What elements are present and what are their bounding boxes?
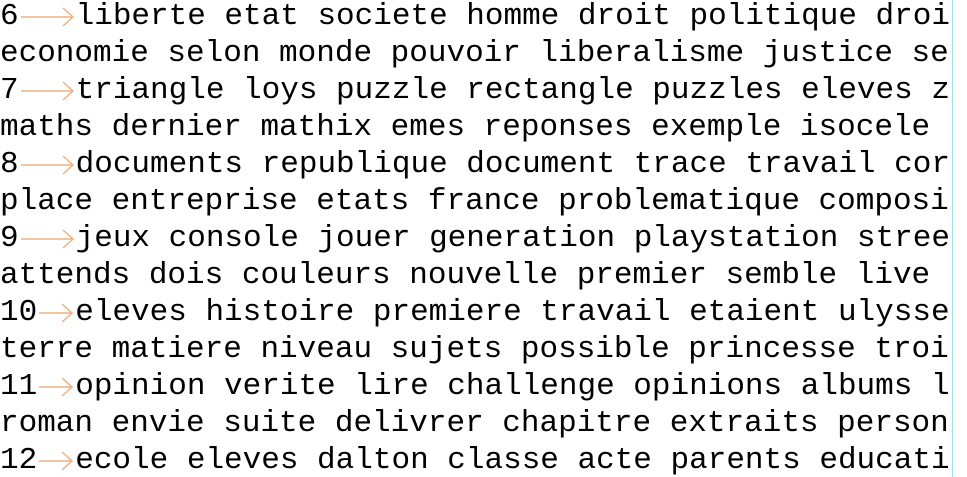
topic-words: jeux console jouer generation playstatio… xyxy=(75,221,950,256)
text-line: 12 ecole eleves dalton classe acte parent… xyxy=(0,442,950,477)
right-margin-guide xyxy=(952,0,953,477)
text-line: 8 documents republique document trace tra… xyxy=(0,146,950,183)
topic-words: maths dernier mathix emes reponses exemp… xyxy=(0,110,931,145)
tab-arrow-icon xyxy=(19,72,76,109)
text-line: place entreprise etats france problemati… xyxy=(0,183,949,220)
topic-number: 8 xyxy=(0,147,19,182)
tab-arrow-icon xyxy=(37,368,75,405)
topic-words: eleves histoire premiere travail etaient… xyxy=(75,295,950,330)
text-line: attends dois couleurs nouvelle premier s… xyxy=(0,257,930,294)
topic-number: 11 xyxy=(0,369,38,404)
topic-words: terre matiere niveau sujets possible pri… xyxy=(0,332,949,367)
text-line: maths dernier mathix emes reponses exemp… xyxy=(0,109,930,146)
topic-number: 7 xyxy=(0,73,19,108)
topic-number: 10 xyxy=(0,295,38,330)
text-line: 10 eleves histoire premiere travail etaie… xyxy=(0,294,950,331)
text-line: roman envie suite delivrer chapitre extr… xyxy=(0,405,949,442)
text-line: 11 opinion verite lire challenge opinions… xyxy=(0,368,950,405)
topic-number: 9 xyxy=(0,221,19,256)
topic-words: liberte etat societe homme droit politiq… xyxy=(75,0,950,34)
text-line: 7 triangle loys puzzle rectangle puzzles … xyxy=(0,72,950,109)
tab-arrow-icon xyxy=(37,294,75,331)
text-line: economie selon monde pouvoir liberalisme… xyxy=(0,35,949,72)
text-line: 9 jeux console jouer generation playstati… xyxy=(0,220,950,257)
text-line: 6 liberte etat societe homme droit politi… xyxy=(0,0,950,35)
tab-arrow-icon xyxy=(19,146,76,183)
topic-words: place entreprise etats france problemati… xyxy=(0,184,949,219)
tab-arrow-icon xyxy=(19,220,76,257)
topic-words: economie selon monde pouvoir liberalisme… xyxy=(0,36,949,71)
topic-words: ecole eleves dalton classe acte parents … xyxy=(75,443,950,477)
tab-arrow-icon xyxy=(19,0,76,35)
topic-words: triangle loys puzzle rectangle puzzles e… xyxy=(75,73,950,108)
topic-number: 6 xyxy=(0,0,19,34)
text-line: terre matiere niveau sujets possible pri… xyxy=(0,331,949,368)
topic-words: opinion verite lire challenge opinions a… xyxy=(75,369,950,404)
topic-words: documents republique document trace trav… xyxy=(75,147,950,182)
topic-words: roman envie suite delivrer chapitre extr… xyxy=(0,406,949,441)
topic-number: 12 xyxy=(0,443,38,477)
text-editor-area[interactable]: 6 liberte etat societe homme droit politi… xyxy=(0,0,967,477)
topic-words: attends dois couleurs nouvelle premier s… xyxy=(0,258,931,293)
tab-arrow-icon xyxy=(37,442,75,477)
